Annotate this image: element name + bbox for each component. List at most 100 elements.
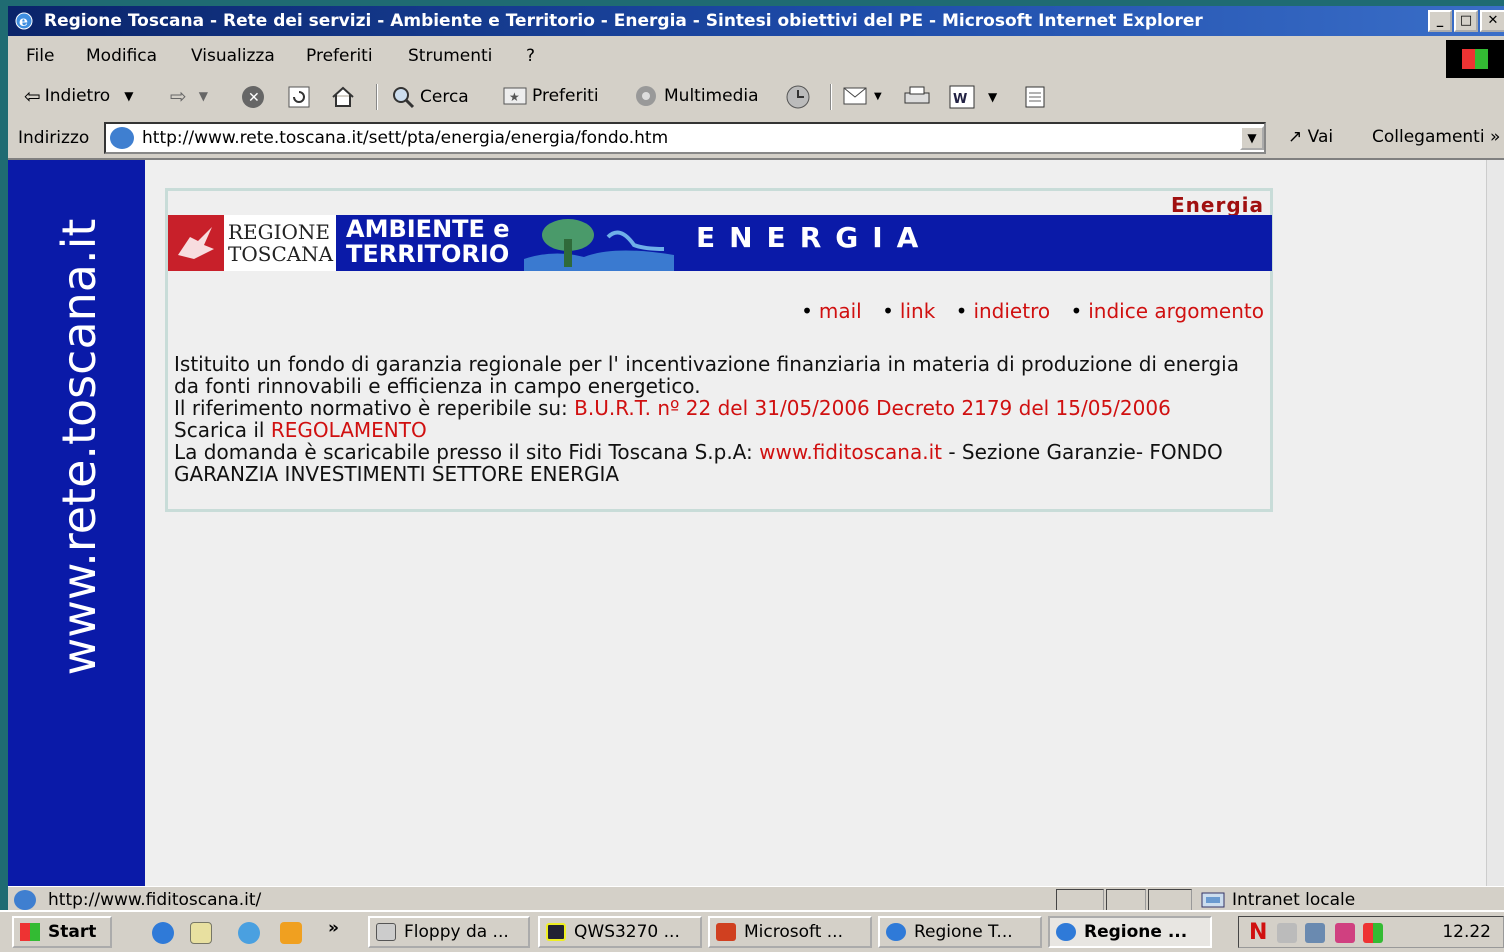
powerpoint-icon — [716, 923, 736, 941]
status-page-icon — [14, 890, 36, 910]
history-button[interactable] — [784, 84, 812, 110]
edit-button[interactable]: W ▼ — [948, 84, 997, 110]
back-dropdown-icon[interactable]: ▼ — [124, 89, 133, 103]
quicklaunch-chevron-icon[interactable]: » — [328, 918, 339, 938]
nav-link-link[interactable]: link — [900, 299, 935, 323]
regolamento-link[interactable]: REGOLAMENTO — [271, 418, 427, 442]
nav-indietro-link[interactable]: indietro — [973, 299, 1050, 323]
burt-link[interactable]: B.U.R.T. nº 22 del 31/05/2006 Decreto 21… — [574, 396, 1171, 420]
task-label: Regione T... — [914, 922, 1013, 942]
vertical-scrollbar[interactable] — [1486, 160, 1504, 886]
page-icon — [110, 127, 134, 149]
nav-indice-link[interactable]: indice argomento — [1088, 299, 1264, 323]
banner-section-name: ENERGIA — [696, 221, 933, 254]
menu-help[interactable]: ? — [526, 46, 535, 66]
discuss-button[interactable] — [1022, 84, 1048, 110]
outlook-quicklaunch-icon[interactable] — [190, 922, 212, 944]
windows-flag-icon — [1462, 49, 1488, 69]
task-label: Floppy da ... — [404, 922, 509, 942]
sidebar-url-text: www.rete.toscana.it — [52, 218, 106, 676]
bullet-icon: • — [1070, 299, 1083, 323]
maximize-button[interactable]: □ — [1454, 10, 1478, 32]
go-button[interactable]: ↗ Vai — [1288, 127, 1333, 147]
start-button[interactable]: Start — [12, 916, 112, 948]
reference-prefix: Il riferimento normativo è reperibile su… — [174, 396, 575, 420]
favorites-button[interactable]: ★ Preferiti — [502, 84, 599, 108]
home-icon — [332, 86, 354, 107]
links-button[interactable]: Collegamenti » — [1372, 127, 1500, 147]
print-icon — [904, 86, 930, 104]
floppy-icon — [376, 923, 396, 941]
back-button[interactable]: ⇦ Indietro ▼ — [24, 84, 133, 108]
forward-dropdown-icon[interactable]: ▼ — [199, 89, 208, 103]
close-button[interactable]: ✕ — [1480, 10, 1504, 32]
domanda-prefix: La domanda è scaricabile presso il sito … — [174, 440, 760, 464]
fiditoscana-link[interactable]: www.fiditoscana.it — [759, 440, 942, 464]
mail-dropdown-icon[interactable]: ▼ — [874, 91, 882, 102]
ambiente-line-1: AMBIENTE e — [346, 215, 510, 243]
print-button[interactable] — [902, 84, 932, 108]
flag-tray-icon[interactable] — [1363, 923, 1383, 943]
minimize-button[interactable]: _ — [1428, 10, 1452, 32]
home-button[interactable] — [330, 84, 356, 110]
address-bar: Indirizzo http://www.rete.toscana.it/set… — [8, 118, 1504, 158]
windows-throbber — [1446, 40, 1504, 78]
address-url: http://www.rete.toscana.it/sett/pta/ener… — [142, 128, 669, 148]
toolbar: ⇦ Indietro ▼ ⇨ ▼ ✕ Cerca ★ Preferiti Mul… — [8, 76, 1444, 116]
stop-button[interactable]: ✕ — [240, 84, 266, 110]
antivirus-icon[interactable] — [1335, 923, 1355, 943]
address-dropdown-icon[interactable]: ▼ — [1240, 126, 1264, 150]
menu-modifica[interactable]: Modifica — [86, 46, 157, 66]
address-input[interactable]: http://www.rete.toscana.it/sett/pta/ener… — [104, 122, 1266, 154]
media-player-quicklaunch-icon[interactable] — [280, 922, 302, 944]
volume-icon[interactable] — [1277, 923, 1297, 943]
messenger-quicklaunch-icon[interactable] — [238, 922, 260, 944]
media-icon — [636, 86, 656, 106]
edit-dropdown-icon[interactable]: ▼ — [988, 90, 997, 104]
svg-text:★: ★ — [509, 90, 520, 104]
windows-logo-icon — [20, 923, 40, 941]
network-icon[interactable] — [1305, 923, 1325, 943]
ie-task-icon — [1056, 923, 1076, 941]
task-qws3270[interactable]: QWS3270 ... — [538, 916, 702, 948]
ambiente-territorio-title: AMBIENTE e TERRITORIO — [346, 217, 510, 267]
svg-text:✕: ✕ — [248, 90, 260, 106]
menu-strumenti[interactable]: Strumenti — [408, 46, 492, 66]
task-regione-1[interactable]: Regione T... — [878, 916, 1042, 948]
page-viewport: www.rete.toscana.it Energia REGIONE TOSC… — [8, 158, 1504, 886]
menu-preferiti[interactable]: Preferiti — [306, 46, 373, 66]
forward-arrow-icon: ⇨ — [170, 84, 187, 108]
title-bar[interactable]: e Regione Toscana - Rete dei servizi - A… — [8, 6, 1504, 36]
media-button[interactable]: Multimedia — [632, 84, 759, 108]
nav-mail-link[interactable]: mail — [819, 299, 862, 323]
window-title: Regione Toscana - Rete dei servizi - Amb… — [44, 11, 1203, 31]
bullet-icon: • — [801, 299, 813, 323]
regione-toscana-logo: REGIONE TOSCANA — [224, 215, 336, 271]
back-arrow-icon: ⇦ — [24, 84, 41, 108]
clock[interactable]: 12.22 — [1442, 922, 1491, 942]
terminal-icon — [546, 923, 566, 941]
go-label: Vai — [1307, 127, 1334, 147]
norton-icon[interactable]: N — [1249, 922, 1269, 944]
forward-button[interactable]: ⇨ ▼ — [170, 84, 208, 108]
menu-visualizza[interactable]: Visualizza — [191, 46, 275, 66]
ie-task-icon — [886, 923, 906, 941]
refresh-button[interactable] — [286, 84, 312, 110]
paragraph-reference: Il riferimento normativo è reperibile su… — [174, 397, 1254, 419]
task-microsoft[interactable]: Microsoft ... — [708, 916, 872, 948]
favorites-icon: ★ — [503, 87, 527, 105]
mail-button[interactable]: ▼ — [842, 84, 882, 108]
menu-bar: File Modifica Visualizza Preferiti Strum… — [8, 38, 1504, 74]
ie-quicklaunch-icon[interactable] — [152, 922, 174, 944]
header-banner: REGIONE TOSCANA AMBIENTE e TERRITORIO EN… — [168, 215, 1272, 271]
nav-links: • mail • link • indietro • indice argomento — [787, 299, 1264, 323]
task-regione-2[interactable]: Regione ... — [1048, 916, 1212, 948]
task-floppy[interactable]: Floppy da ... — [368, 916, 530, 948]
paragraph-domanda: La domanda è scaricabile presso il sito … — [174, 441, 1254, 485]
bullet-icon: • — [882, 299, 894, 323]
ambiente-line-2: TERRITORIO — [346, 240, 510, 268]
search-button[interactable]: Cerca — [390, 84, 469, 110]
menu-file[interactable]: File — [26, 46, 54, 66]
paragraph-intro: Istituito un fondo di garanzia regionale… — [174, 352, 1239, 398]
links-label: Collegamenti — [1372, 127, 1485, 147]
